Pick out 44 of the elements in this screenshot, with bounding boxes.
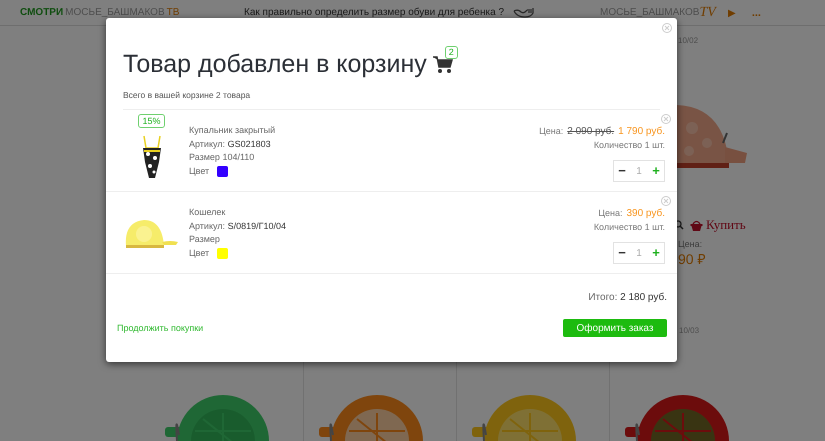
size-text: Размер	[189, 234, 221, 244]
product-name: Кошелек	[189, 207, 226, 217]
quantity-field[interactable]: 1	[630, 248, 648, 258]
old-price: 2 090 руб.	[567, 126, 614, 137]
quantity-text: Количество 1 шт.	[594, 140, 665, 150]
channel-logo[interactable]: TV	[699, 4, 716, 20]
price-label: Цена:	[598, 208, 622, 218]
buy-button[interactable]: Купить	[690, 217, 746, 233]
close-icon[interactable]	[661, 196, 671, 206]
decrease-button[interactable]: −	[614, 161, 630, 181]
color-label: Цвет	[189, 248, 210, 258]
promo-label[interactable]: СМОТРИ	[20, 7, 64, 18]
article-number: Артикул: GS021803	[189, 138, 272, 148]
product-name: Купальник закрытый	[189, 125, 276, 135]
color-label: Цвет	[189, 166, 210, 176]
cart-summary: Всего в вашей корзине 2 товара	[123, 90, 660, 110]
dialog-title: Товар добавлен в корзину	[123, 49, 427, 79]
basket-icon	[690, 220, 703, 230]
checkout-button[interactable]: Оформить заказ	[563, 319, 667, 337]
increase-button[interactable]: +	[648, 161, 664, 181]
article-number: Артикул: S/0819/Г10/04	[189, 220, 287, 230]
size-text: Размер 104/110	[189, 152, 256, 162]
increase-button[interactable]: +	[648, 243, 664, 263]
promo-suffix[interactable]: ТВ	[166, 7, 180, 18]
shoe-icon	[513, 6, 536, 18]
search-icon[interactable]	[674, 220, 684, 230]
play-button[interactable]: ▶	[728, 6, 736, 18]
decrease-button[interactable]: −	[614, 243, 630, 263]
close-icon[interactable]	[662, 23, 672, 33]
cart-icon[interactable]	[432, 56, 453, 74]
cart-count: 2	[444, 46, 458, 59]
close-icon[interactable]	[661, 114, 671, 124]
quantity-text: Количество 1 шт.	[594, 222, 665, 232]
order-total: Итого: 2 180 руб.	[588, 292, 667, 303]
continue-shopping-link[interactable]: Продолжить покупки	[117, 323, 204, 333]
more-button[interactable]: ...	[752, 6, 761, 18]
price: 1 790 руб.	[618, 126, 665, 137]
price-label: Цена:	[678, 239, 704, 249]
price: 390 руб.	[626, 208, 665, 219]
discount-badge: 15%	[138, 114, 164, 128]
price: 90 ₽	[678, 250, 706, 268]
price-label: Цена:	[539, 126, 564, 136]
headline-link[interactable]: Как правильно определить размер обуви для ребенка ?	[244, 7, 504, 18]
quantity-field[interactable]: 1	[630, 166, 648, 176]
